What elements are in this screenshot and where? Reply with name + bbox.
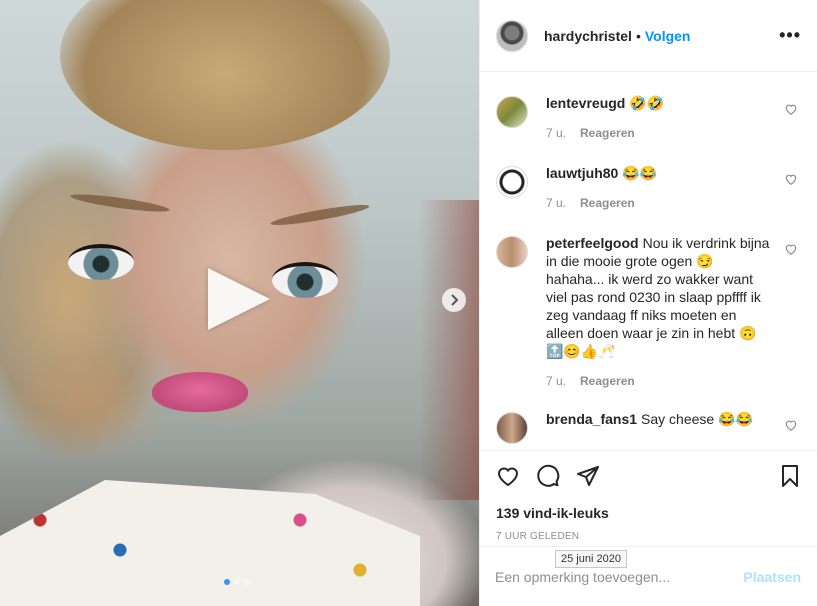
comment-item: brenda_fans1 Say cheese 😂😂 [496,410,806,444]
comment-body: brenda_fans1 Say cheese 😂😂 [546,410,774,444]
owner-username[interactable]: hardychristel [544,28,632,44]
carousel-dot [234,579,240,585]
media-lips [152,372,248,412]
follow-button[interactable]: Volgen [645,28,691,44]
commenter-avatar[interactable] [496,166,528,198]
heart-icon[interactable] [784,172,798,186]
heart-icon[interactable] [784,102,798,116]
separator-bullet: • [635,27,641,44]
comments-list[interactable]: lentevreugd 🤣🤣 7 u. Reageren lauwtjuh80 😂😂… [480,72,817,450]
comment-text: Nou ik verdrink bijna in die mooie grote… [546,235,770,359]
carousel-dot [244,579,250,585]
comment-icon[interactable] [536,464,560,488]
share-icon[interactable] [576,464,600,488]
next-slide-button[interactable] [442,288,466,312]
more-icon[interactable]: ••• [779,25,801,46]
comment-username[interactable]: brenda_fans1 [546,411,637,427]
comment-username[interactable]: peterfeelgood [546,235,639,251]
heart-icon[interactable] [784,418,798,432]
reply-button[interactable]: Reageren [580,196,635,210]
comment-body: lauwtjuh80 😂😂 7 u. Reageren [546,164,774,210]
media-hair [60,0,390,150]
action-bar [496,463,802,489]
media-eye-right [272,262,338,298]
comment-meta: 7 u. Reageren [546,126,774,140]
comment-meta: 7 u. Reageren [546,374,774,388]
play-icon[interactable] [208,268,270,330]
comment-text-line: lauwtjuh80 😂😂 [546,164,774,182]
commenter-avatar[interactable] [496,412,528,444]
chevron-right-icon [451,294,459,306]
heart-icon[interactable] [784,242,798,256]
heart-icon[interactable] [496,464,520,488]
comment-input[interactable] [495,568,744,585]
comment-text: Say cheese 😂😂 [641,411,753,427]
post-header: hardychristel • Volgen ••• [480,0,817,72]
comment-body: peterfeelgood Nou ik verdrink bijna in di… [546,234,774,388]
comment-text-line: lentevreugd 🤣🤣 [546,94,774,112]
media-background-shelf [419,200,479,500]
add-comment-bar: Plaatsen [479,546,817,606]
commenter-avatar[interactable] [496,236,528,268]
comment-text-line: brenda_fans1 Say cheese 😂😂 [546,410,774,428]
comment-username[interactable]: lauwtjuh80 [546,165,618,181]
comment-item: lauwtjuh80 😂😂 7 u. Reageren [496,164,806,210]
media-brow-left [69,191,171,215]
comment-age[interactable]: 7 u. [546,196,566,210]
owner-avatar[interactable] [496,19,528,52]
post-actions: 139 vind-ik-leuks 7 UUR GELEDEN [480,450,817,542]
comment-item: peterfeelgood Nou ik verdrink bijna in di… [496,234,806,388]
bookmark-icon[interactable] [778,464,802,488]
comment-item: lentevreugd 🤣🤣 7 u. Reageren [496,94,806,140]
comment-text-line: peterfeelgood Nou ik verdrink bijna in di… [546,234,774,360]
carousel-dot [224,579,230,585]
post-time-ago[interactable]: 7 UUR GELEDEN [496,531,802,542]
post-panel: hardychristel • Volgen ••• lentevreugd 🤣🤣… [479,0,817,606]
post-comment-button[interactable]: Plaatsen [743,569,801,585]
media-brow-right [269,201,371,229]
comment-username[interactable]: lentevreugd [546,95,625,111]
comment-text: 😂😂 [622,165,658,181]
media-dress [0,480,420,606]
likes-count[interactable]: 139 vind-ik-leuks [496,505,802,521]
comment-meta: 7 u. Reageren [546,196,774,210]
reply-button[interactable]: Reageren [580,374,635,388]
carousel-indicator [224,579,250,585]
post-media[interactable] [0,0,479,606]
comment-text: 🤣🤣 [629,95,665,111]
comment-age[interactable]: 7 u. [546,126,566,140]
commenter-avatar[interactable] [496,96,528,128]
reply-button[interactable]: Reageren [580,126,635,140]
comment-body: lentevreugd 🤣🤣 7 u. Reageren [546,94,774,140]
media-eye-left [68,244,134,280]
comment-age[interactable]: 7 u. [546,374,566,388]
